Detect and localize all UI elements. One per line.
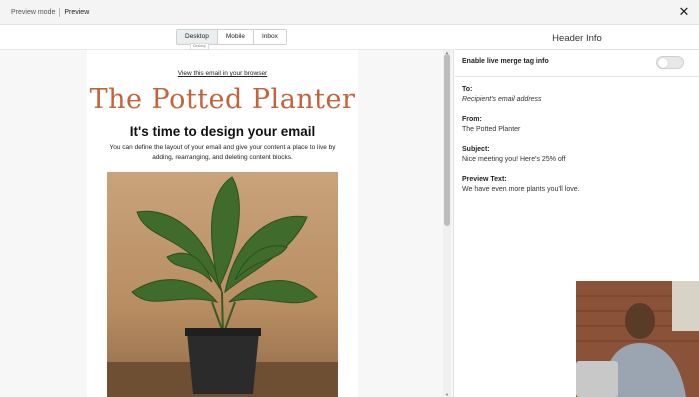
email-body-text: You can define the layout of your email … — [105, 143, 340, 163]
tab-inbox[interactable]: Inbox — [254, 30, 286, 44]
merge-tag-toggle[interactable] — [656, 56, 684, 69]
presenter-image — [576, 281, 699, 397]
plant-illustration — [107, 176, 338, 397]
subject-label: Subject: — [462, 146, 490, 153]
preview-text-value: We have even more plants you'll love. — [462, 186, 580, 193]
toggle-knob — [658, 58, 668, 68]
preview-pane: Desktop Mobile Inbox Desktop View this e… — [0, 25, 454, 397]
breadcrumb-divider — [59, 7, 61, 17]
email-headline: It's time to design your email — [129, 124, 316, 139]
tab-mobile[interactable]: Mobile — [217, 30, 255, 44]
preview-mode-label: Preview mode — [11, 8, 56, 16]
body-line-2: adding, rearranging, and deleting conten… — [152, 154, 293, 161]
presenter-video-overlay — [576, 281, 699, 397]
tab-desktop[interactable]: Desktop — [177, 30, 218, 44]
breadcrumb-preview: Preview — [64, 8, 90, 16]
header-info-title: Header Info — [552, 33, 602, 44]
preview-text-field: Preview Text: We have even more plants y… — [462, 175, 580, 195]
scrollbar-thumb[interactable] — [444, 54, 450, 226]
hero-plant-image — [107, 172, 338, 397]
from-value: The Potted Planter — [462, 126, 521, 133]
subject-value: Nice meeting you! Here's 25% off — [462, 156, 566, 163]
tab-tooltip: Desktop — [190, 43, 209, 50]
brand-logo-text: The Potted Planter — [89, 84, 356, 115]
subject-field: Subject: Nice meeting you! Here's 25% of… — [462, 145, 566, 165]
to-field: To: Recipient's email address — [462, 85, 542, 105]
top-bar: Preview mode Preview ✕ — [0, 0, 699, 25]
to-value: Recipient's email address — [462, 96, 542, 103]
scroll-down-icon[interactable]: ▼ — [445, 392, 449, 397]
email-canvas: View this email in your browser The Pott… — [87, 50, 358, 397]
view-in-browser-link[interactable]: View this email in your browser — [87, 70, 358, 77]
device-tabs-bar: Desktop Mobile Inbox Desktop — [0, 25, 454, 50]
divider — [455, 49, 699, 50]
body-line-1: You can define the layout of your email … — [109, 144, 336, 151]
close-icon[interactable]: ✕ — [677, 5, 691, 19]
divider — [455, 76, 699, 77]
preview-scrollbar[interactable]: ▲ ▼ — [443, 50, 451, 397]
from-label: From: — [462, 116, 482, 123]
to-label: To: — [462, 86, 473, 93]
preview-text-label: Preview Text: — [462, 176, 507, 183]
merge-tag-label: Enable live merge tag info — [462, 58, 549, 65]
from-field: From: The Potted Planter — [462, 115, 520, 135]
